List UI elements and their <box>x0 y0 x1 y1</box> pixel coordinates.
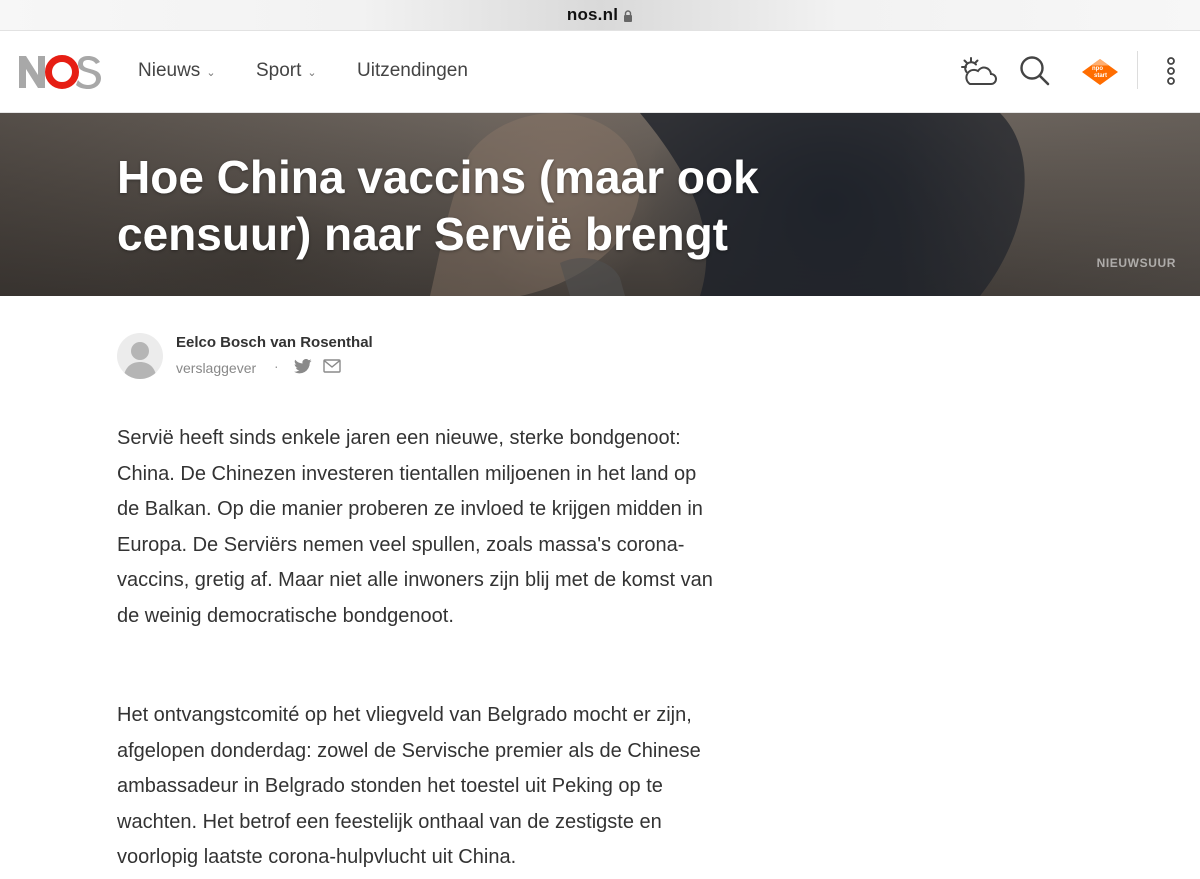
chevron-down-icon: ⌄ <box>206 66 216 79</box>
header-divider <box>1137 51 1138 89</box>
npo-badge-bottom: start <box>1094 73 1107 79</box>
weather-icon[interactable] <box>958 55 998 89</box>
url-text[interactable]: nos.nl <box>567 5 618 25</box>
nav-nieuws-label: Nieuws <box>138 60 201 81</box>
more-menu-icon[interactable] <box>1163 56 1179 88</box>
nav-nieuws[interactable]: Nieuws ⌄ <box>138 60 216 82</box>
twitter-icon[interactable] <box>294 359 312 374</box>
npo-badge-top: npo <box>1092 66 1103 72</box>
mail-icon[interactable] <box>323 359 341 373</box>
search-icon[interactable] <box>1019 55 1051 87</box>
browser-url-bar[interactable]: nos.nl <box>0 0 1200 31</box>
npo-start-icon[interactable]: npo start <box>1080 57 1120 87</box>
author-avatar[interactable] <box>117 333 163 379</box>
hero-banner: Hoe China vaccins (maar ook censuur) naa… <box>0 113 1200 296</box>
lock-icon <box>624 10 633 22</box>
chevron-down-icon: ⌄ <box>307 66 317 79</box>
site-header: Nieuws ⌄ Sport ⌄ Uitzendingen npo start <box>0 31 1200 113</box>
author-name[interactable]: Eelco Bosch van Rosenthal <box>176 334 373 351</box>
author-role: verslaggever <box>176 360 257 376</box>
nav-sport-label: Sport <box>256 60 302 81</box>
nos-logo[interactable] <box>18 54 104 90</box>
nav-uitzendingen[interactable]: Uitzendingen <box>357 60 468 82</box>
person-icon <box>123 342 157 379</box>
article-paragraph: Servië heeft sinds enkele jaren een nieu… <box>117 427 713 627</box>
separator-dot: · <box>274 358 279 374</box>
article-title: Hoe China vaccins (maar ook censuur) naa… <box>117 151 759 260</box>
nav-sport[interactable]: Sport ⌄ <box>256 60 317 82</box>
image-source-label: NIEUWSUUR <box>1096 256 1176 270</box>
nav-uitzendingen-label: Uitzendingen <box>357 60 468 81</box>
article-paragraph: Het ontvangstcomité op het vliegveld van… <box>117 704 701 868</box>
